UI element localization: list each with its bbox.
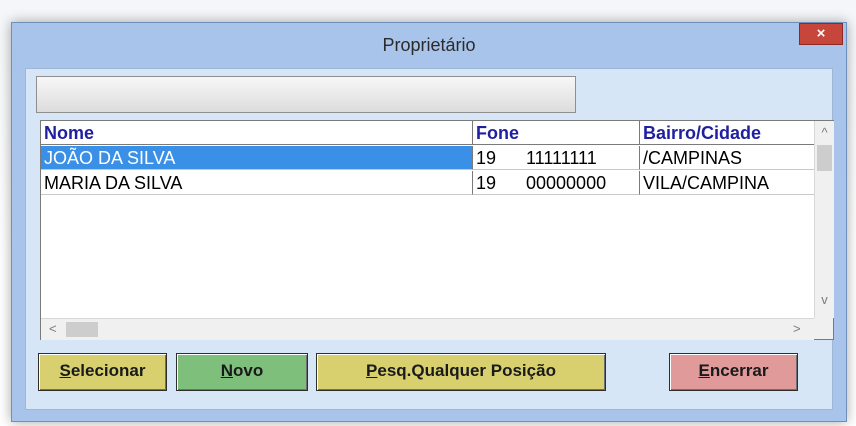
cell-nome[interactable]: JOÃO DA SILVA bbox=[41, 146, 473, 170]
encerrar-label: ncerrar bbox=[709, 361, 769, 380]
selecionar-label: elecionar bbox=[70, 361, 146, 380]
horizontal-scrollbar[interactable]: < > bbox=[41, 318, 814, 340]
pesquisar-qualquer-posicao-button[interactable]: Pesq.Qualquer Posição bbox=[316, 353, 606, 391]
scroll-left-icon[interactable]: < bbox=[49, 321, 57, 336]
scrollbar-corner bbox=[814, 318, 833, 339]
novo-button[interactable]: Novo bbox=[176, 353, 308, 391]
cell-nome[interactable]: MARIA DA SILVA bbox=[41, 171, 473, 195]
novo-mnemonic: N bbox=[220, 361, 234, 380]
selecionar-mnemonic: S bbox=[59, 361, 71, 380]
title-bar[interactable]: Proprietário × bbox=[12, 23, 846, 68]
cell-fone[interactable]: 19 11111111 bbox=[473, 146, 640, 170]
search-input[interactable] bbox=[36, 76, 576, 113]
cell-ddd: 19 bbox=[476, 148, 497, 168]
cell-telefone: 11111111 bbox=[526, 148, 597, 168]
column-header-nome[interactable]: Nome bbox=[41, 121, 473, 145]
cell-fone[interactable]: 19 00000000 bbox=[473, 171, 640, 195]
horizontal-scroll-thumb[interactable] bbox=[66, 322, 98, 337]
column-header-fone[interactable]: Fone bbox=[473, 121, 640, 145]
cell-telefone: 00000000 bbox=[526, 173, 607, 193]
table-header-row: Nome Fone Bairro/Cidade bbox=[41, 121, 814, 146]
novo-label: ovo bbox=[233, 361, 264, 380]
cell-ddd: 19 bbox=[476, 173, 497, 193]
window-title: Proprietário bbox=[382, 35, 476, 55]
pesq-mnemonic: P bbox=[366, 361, 378, 380]
column-header-bairro-cidade[interactable]: Bairro/Cidade bbox=[640, 121, 814, 145]
selecionar-button[interactable]: Selecionar bbox=[38, 353, 167, 391]
encerrar-button[interactable]: Encerrar bbox=[669, 353, 798, 391]
table-row[interactable]: MARIA DA SILVA 19 00000000 VILA/CAMPINA bbox=[41, 171, 814, 196]
scroll-right-icon[interactable]: > bbox=[793, 321, 801, 336]
close-button[interactable]: × bbox=[799, 23, 843, 45]
pesq-label: esq.Qualquer Posição bbox=[377, 361, 556, 380]
cell-bairro-cidade[interactable]: VILA/CAMPINA bbox=[640, 171, 814, 195]
encerrar-mnemonic: E bbox=[698, 361, 710, 380]
scroll-down-icon[interactable]: v bbox=[815, 292, 834, 307]
table-row[interactable]: JOÃO DA SILVA 19 11111111 /CAMPINAS bbox=[41, 146, 814, 171]
vertical-scroll-thumb[interactable] bbox=[817, 145, 832, 171]
dialog-client-area: Nome Fone Bairro/Cidade JOÃO DA SILVA 19… bbox=[25, 68, 834, 410]
vertical-scrollbar[interactable]: ^ v bbox=[814, 121, 834, 318]
proprietario-dialog: Proprietário × Nome Fone Bairro/Cidade J… bbox=[11, 22, 847, 422]
proprietario-table: Nome Fone Bairro/Cidade JOÃO DA SILVA 19… bbox=[40, 120, 834, 340]
scroll-up-icon[interactable]: ^ bbox=[815, 125, 834, 140]
cell-bairro-cidade[interactable]: /CAMPINAS bbox=[640, 146, 814, 170]
